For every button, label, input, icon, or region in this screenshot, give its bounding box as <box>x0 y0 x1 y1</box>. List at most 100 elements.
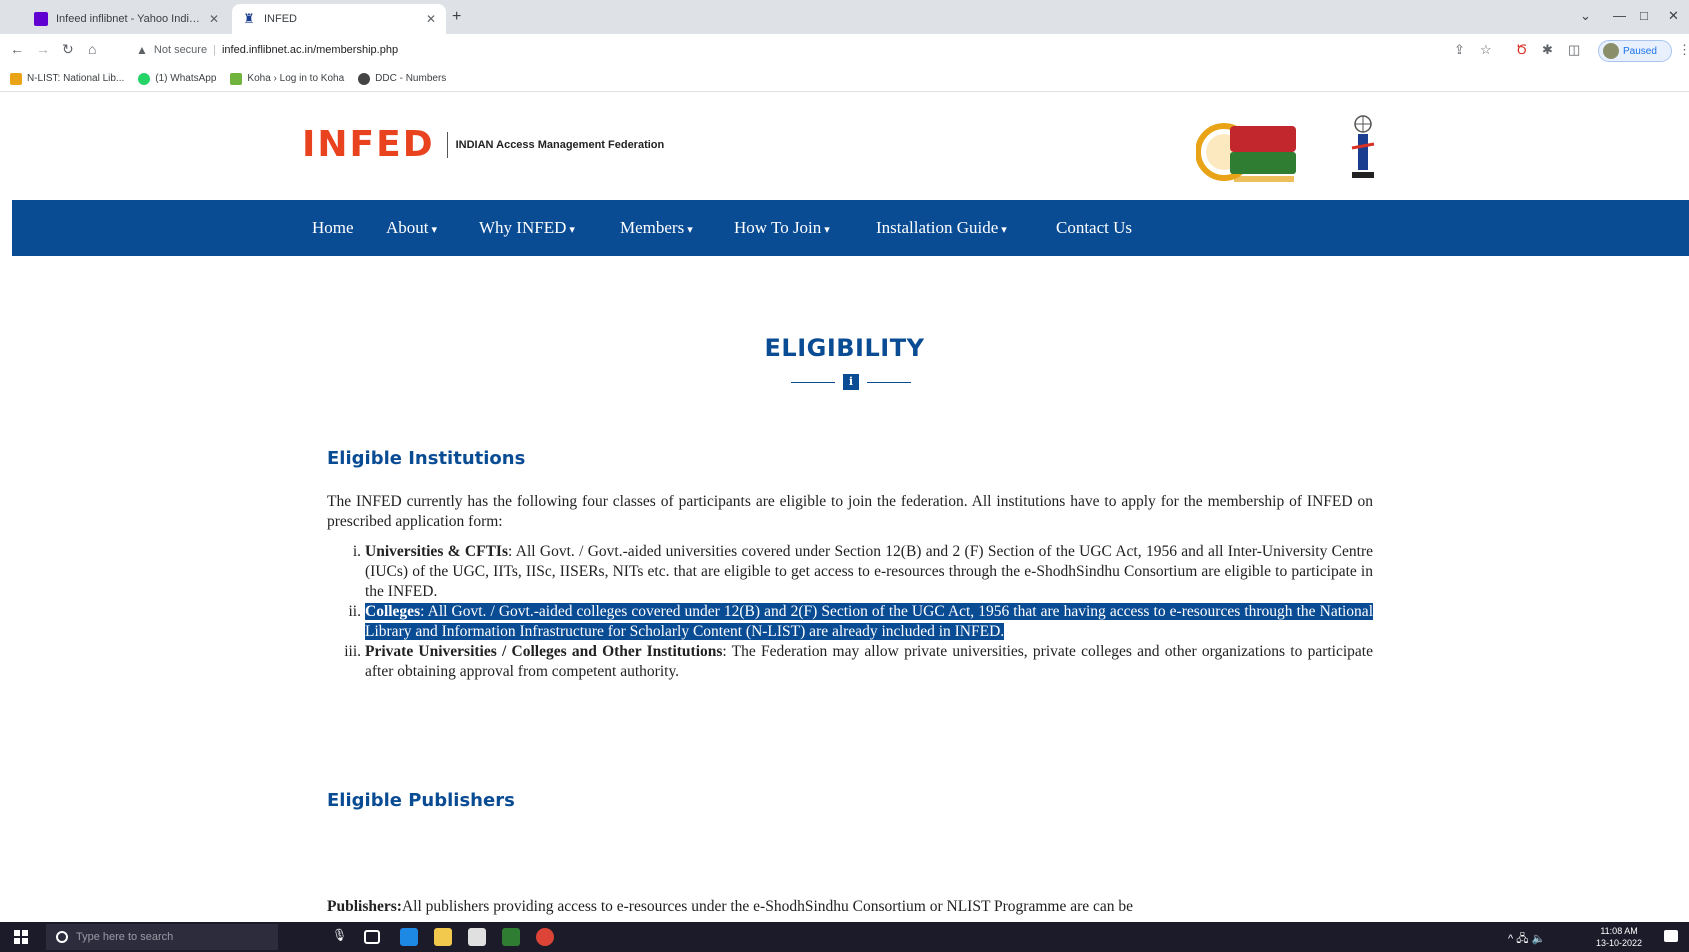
tab-yahoo-search[interactable]: Infeed inflibnet - Yahoo India Se ✕ <box>24 4 229 34</box>
list-item-term: Universities & CFTIs <box>365 543 508 560</box>
tab-title: Infeed inflibnet - Yahoo India Se <box>56 13 203 25</box>
bookmark-label: (1) WhatsApp <box>155 73 217 84</box>
maximize-button[interactable]: □ <box>1640 8 1648 23</box>
divider <box>791 381 835 383</box>
side-panel-icon[interactable]: ◫ <box>1568 42 1580 58</box>
logo-subtitle: INDIAN Access Management Federation <box>455 138 665 151</box>
browser-toolbar: ← → ↻ ⌂ ▲ Not secure | infed.inflibnet.a… <box>0 34 1689 66</box>
task-view-icon[interactable] <box>364 930 380 944</box>
list-item: i. Universities & CFTIs: All Govt. / Gov… <box>327 542 1373 602</box>
list-number: iii. <box>344 643 361 660</box>
bookmark-label: DDC - Numbers <box>375 73 447 84</box>
address-bar[interactable]: ▲ Not secure | infed.inflibnet.ac.in/mem… <box>136 38 1436 62</box>
title-decoration: i <box>782 372 920 392</box>
eligible-institutions-intro: The INFED currently has the following fo… <box>327 493 1373 530</box>
eligible-publishers-text: Publishers:All publishers providing acce… <box>327 897 1373 917</box>
extension-icon[interactable]: Ծ <box>1516 42 1527 58</box>
home-icon[interactable]: ⌂ <box>88 41 96 57</box>
page-title: ELIGIBILITY <box>764 334 925 362</box>
nav-contact-us[interactable]: Contact Us <box>1056 218 1132 238</box>
tab-search-chevron-icon[interactable]: ⌄ <box>1580 8 1591 24</box>
nav-members[interactable]: Members ▾ <box>620 218 693 238</box>
list-number: i. <box>352 543 361 560</box>
windows-start-icon[interactable] <box>14 930 28 944</box>
eligible-institutions-list: i. Universities & CFTIs: All Govt. / Gov… <box>327 542 1373 682</box>
security-label: Not secure <box>153 44 208 56</box>
caret-down-icon: ▾ <box>569 224 575 236</box>
system-tray[interactable]: ^ 🖧 🔈 <box>1508 930 1545 949</box>
bookmark-ddc[interactable]: DDC - Numbers <box>358 72 447 85</box>
bookmark-label: Koha › Log in to Koha <box>247 73 345 84</box>
back-arrow-icon[interactable]: ← <box>10 41 24 57</box>
nav-why-infed[interactable]: Why INFED ▾ <box>479 218 575 238</box>
edge-icon[interactable] <box>400 928 418 946</box>
main-navbar: Home About ▾ Why INFED ▾ Members ▾ How To J… <box>12 200 1689 256</box>
clock[interactable]: 11:08 AM 13-10-2022 <box>1596 925 1642 949</box>
profile-status: Paused <box>1623 45 1657 57</box>
logo-divider <box>446 131 448 158</box>
bookmark-koha[interactable]: Koha › Log in to Koha <box>230 72 345 85</box>
windows-taskbar: Type here to search 🎙 ^ 🖧 🔈 11:08 AM 13-… <box>0 922 1689 952</box>
nlist-favicon-icon <box>10 72 22 85</box>
publishers-term: Publishers: <box>327 898 402 915</box>
publishers-description: All publishers providing access to e-res… <box>401 898 1134 915</box>
profile-paused-button[interactable]: Paused <box>1598 40 1672 62</box>
inflibnet-favicon-icon: ♜ <box>243 11 255 26</box>
divider <box>867 381 911 383</box>
nav-installation-guide[interactable]: Installation Guide ▾ <box>876 218 1007 238</box>
tab-title: INFED <box>264 13 297 25</box>
caret-down-icon: ▾ <box>824 224 830 236</box>
list-item-term: Private Universities / Colleges and Othe… <box>365 643 723 660</box>
list-item: iii. Private Universities / Colleges and… <box>327 642 1373 682</box>
list-item-text: : All Govt. / Govt.-aided universities c… <box>365 543 1373 600</box>
logo-main-text: INFED <box>302 124 435 165</box>
infed-logo[interactable]: INFED INDIAN Access Management Federatio… <box>302 124 664 165</box>
nav-about[interactable]: About ▾ <box>386 218 437 238</box>
clock-date: 13-10-2022 <box>1596 938 1643 948</box>
whatsapp-icon <box>138 72 151 85</box>
warning-icon: ▲ <box>136 43 148 57</box>
file-explorer-icon[interactable] <box>434 928 452 946</box>
chrome-icon[interactable] <box>536 928 554 946</box>
list-item-term: Colleges <box>365 603 421 620</box>
bookmarks-bar: N-LIST: National Lib... (1) WhatsApp Koh… <box>0 66 1689 92</box>
inflibnet-logo[interactable] <box>1348 114 1378 184</box>
more-menu-icon[interactable]: ⋮ <box>1678 42 1689 58</box>
nav-how-to-join[interactable]: How To Join ▾ <box>734 218 830 238</box>
divider: | <box>213 44 216 56</box>
info-icon: i <box>843 374 859 390</box>
nav-home[interactable]: Home <box>312 218 354 238</box>
list-number: ii. <box>348 603 362 620</box>
minimize-button[interactable]: — <box>1613 8 1626 23</box>
reload-icon[interactable]: ↻ <box>62 41 74 58</box>
extensions-puzzle-icon[interactable]: ✱ <box>1542 42 1553 58</box>
caret-down-icon: ▾ <box>431 224 438 236</box>
notifications-icon[interactable] <box>1664 930 1678 942</box>
koha-icon <box>230 72 243 85</box>
store-icon[interactable] <box>468 928 486 946</box>
bookmark-nlist[interactable]: N-LIST: National Lib... <box>10 72 124 85</box>
caret-down-icon: ▾ <box>1001 224 1007 236</box>
taskbar-search-input[interactable]: Type here to search <box>46 924 278 950</box>
microphone-icon[interactable]: 🎙 <box>332 928 347 946</box>
web-page: INFED INDIAN Access Management Federatio… <box>0 92 1689 922</box>
site-header: INFED INDIAN Access Management Federatio… <box>0 92 1689 200</box>
window-close-button[interactable]: ✕ <box>1668 8 1679 24</box>
close-icon[interactable]: ✕ <box>426 12 436 26</box>
bookmark-star-icon[interactable]: ☆ <box>1480 42 1492 58</box>
yahoo-favicon-icon <box>34 12 48 26</box>
list-item-text: : All Govt. / Govt.-aided colleges cover… <box>365 603 1373 640</box>
share-icon[interactable]: ⇪ <box>1454 42 1465 58</box>
browser-tab-bar: Infeed inflibnet - Yahoo India Se ✕ ♜ IN… <box>0 0 1689 34</box>
search-placeholder: Type here to search <box>76 931 174 943</box>
forward-arrow-icon[interactable]: → <box>36 41 50 57</box>
list-item-selected: ii. Colleges: All Govt. / Govt.-aided co… <box>327 602 1373 642</box>
eligible-institutions-heading: Eligible Institutions <box>327 448 526 469</box>
url-text: infed.inflibnet.ac.in/membership.php <box>221 44 399 56</box>
close-icon[interactable]: ✕ <box>209 12 219 26</box>
spreadsheet-icon[interactable] <box>502 928 520 946</box>
eshodhsindhu-logo[interactable] <box>1196 118 1304 188</box>
tab-infed[interactable]: ♜ INFED ✕ <box>232 4 446 34</box>
bookmark-whatsapp[interactable]: (1) WhatsApp <box>138 72 217 85</box>
new-tab-button[interactable]: + <box>452 8 461 26</box>
